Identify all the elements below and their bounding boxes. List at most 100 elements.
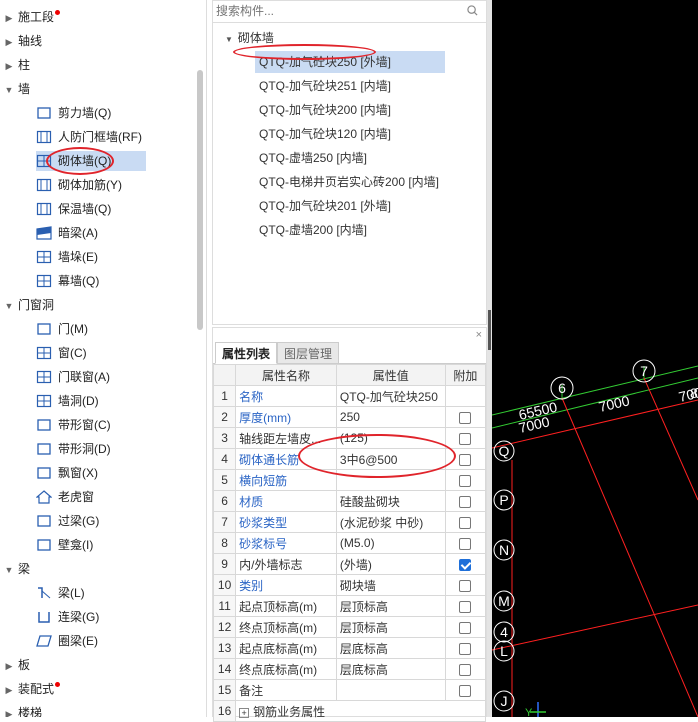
tree-item[interactable]: 砌体加筋(Y) (36, 175, 146, 195)
tree-item[interactable]: 人防门框墙(RF) (36, 127, 146, 147)
component-group[interactable]: ▼ 砌体墙 (225, 29, 274, 46)
property-row[interactable]: 7 砂浆类型 (水泥砂浆 中砂) (212, 511, 487, 533)
search-input[interactable] (213, 1, 453, 21)
tree-category[interactable]: ▶ 施工段 (0, 7, 61, 28)
component-item[interactable]: QTQ-加气砼块120 [内墙] (255, 123, 395, 145)
property-row[interactable]: 10 类别 砌块墙 (212, 574, 487, 596)
tree-category[interactable]: ▼ 梁 (0, 559, 30, 579)
attach-checkbox[interactable] (459, 663, 472, 676)
tab-property-list[interactable]: 属性列表 (215, 342, 278, 364)
tree-item[interactable]: 过梁(G) (36, 511, 146, 531)
component-item[interactable]: QTQ-加气砼块201 [外墙] (255, 195, 395, 217)
property-row[interactable]: 16 + 钢筋业务属性 (212, 700, 486, 722)
attach-checkbox[interactable] (459, 684, 472, 697)
attach-checkbox[interactable] (459, 495, 472, 508)
property-value[interactable]: 砌块墙 (335, 574, 446, 596)
attach-checkbox[interactable] (459, 621, 472, 634)
property-value[interactable]: (水泥砂浆 中砂) (335, 511, 446, 533)
caret-down-icon[interactable]: ▼ (0, 560, 18, 580)
property-value[interactable]: 层顶标高 (335, 616, 446, 638)
property-value[interactable]: (125) (335, 427, 446, 449)
tree-category[interactable]: ▶ 板 (0, 655, 30, 675)
caret-right-icon[interactable]: ▶ (0, 56, 18, 76)
tree-item[interactable]: 窗(C) (36, 343, 146, 363)
property-value[interactable]: (外墙) (335, 553, 446, 575)
tree-item[interactable]: 墙洞(D) (36, 391, 146, 411)
tree-category[interactable]: ▶ 轴线 (0, 31, 42, 51)
close-icon[interactable]: × (476, 329, 482, 341)
tree-item[interactable]: 带形洞(D) (36, 439, 146, 459)
attach-checkbox[interactable] (459, 600, 472, 613)
tree-item[interactable]: 砌体墙(Q) (36, 151, 146, 171)
attach-checkbox[interactable] (459, 432, 472, 445)
tree-scrollbar[interactable] (197, 70, 203, 330)
attach-checkbox[interactable] (459, 474, 472, 487)
property-row[interactable]: 11 起点顶标高(m) 层顶标高 (212, 595, 487, 617)
component-item[interactable]: QTQ-虚墙250 [内墙] (255, 147, 371, 169)
component-item[interactable]: QTQ-电梯井页岩实心砖200 [内墙] (255, 171, 443, 193)
property-value[interactable]: 硅酸盐砌块 (335, 490, 446, 512)
property-row[interactable]: 3 轴线距左墙皮... (125) (212, 427, 487, 449)
tree-category[interactable]: ▶ 柱 (0, 55, 30, 75)
tree-item[interactable]: 带形窗(C) (36, 415, 146, 435)
tree-item[interactable]: 飘窗(X) (36, 463, 146, 483)
property-row[interactable]: 15 备注 (212, 679, 487, 701)
tree-item[interactable]: 圈梁(E) (36, 631, 146, 651)
property-value[interactable]: 层底标高 (335, 637, 446, 659)
tree-category[interactable]: ▶ 装配式 (0, 679, 61, 700)
tree-item[interactable]: 老虎窗 (35, 487, 146, 507)
tab-layer-management[interactable]: 图层管理 (277, 342, 340, 364)
property-value[interactable]: 3中6@500 (335, 448, 446, 470)
property-row[interactable]: 13 起点底标高(m) 层底标高 (212, 637, 487, 659)
caret-right-icon[interactable]: ▶ (0, 8, 18, 28)
tree-item[interactable]: 剪力墙(Q) (36, 103, 146, 123)
tree-category[interactable]: ▼ 墙 (0, 79, 30, 99)
attach-checkbox[interactable] (459, 411, 472, 424)
caret-down-icon[interactable]: ▼ (0, 80, 18, 100)
property-row[interactable]: 9 内/外墙标志 (外墙) (212, 553, 487, 575)
attach-checkbox[interactable] (459, 579, 472, 592)
component-item[interactable]: QTQ-虚墙200 [内墙] (255, 219, 371, 241)
tree-item[interactable]: 门(M) (36, 319, 146, 339)
tree-item[interactable]: 梁(L) (36, 583, 146, 603)
property-row[interactable]: 4 砌体通长筋 3中6@500 (212, 448, 487, 470)
attach-checkbox[interactable] (459, 516, 472, 529)
property-value[interactable]: QTQ-加气砼块250 (335, 385, 446, 407)
property-value[interactable]: (M5.0) (335, 532, 446, 554)
caret-right-icon[interactable]: ▶ (0, 32, 18, 52)
tree-item[interactable]: 暗梁(A) (36, 223, 146, 243)
caret-right-icon[interactable]: ▶ (0, 704, 18, 717)
attach-checkbox[interactable] (459, 453, 472, 466)
property-row[interactable]: 12 终点顶标高(m) 层顶标高 (212, 616, 487, 638)
property-row[interactable]: 8 砂浆标号 (M5.0) (212, 532, 487, 554)
component-item[interactable]: QTQ-加气砼块200 [内墙] (255, 99, 395, 121)
caret-right-icon[interactable]: ▶ (0, 680, 18, 700)
property-value[interactable]: 层底标高 (335, 658, 446, 680)
property-value[interactable] (335, 679, 446, 701)
property-row[interactable]: 2 厚度(mm) 250 (212, 406, 487, 428)
search-icon[interactable] (467, 5, 478, 16)
property-row[interactable]: 5 横向短筋 (212, 469, 487, 491)
attach-checkbox[interactable] (459, 558, 472, 571)
tree-item[interactable]: 保温墙(Q) (36, 199, 146, 219)
property-value[interactable]: 层顶标高 (335, 595, 446, 617)
tree-category[interactable]: ▶ 楼梯 (0, 703, 42, 717)
tree-item[interactable]: 墙垛(E) (36, 247, 146, 267)
tree-category[interactable]: ▼ 门窗洞 (0, 295, 54, 315)
tree-item[interactable]: 壁龛(I) (36, 535, 146, 555)
splitter-handle[interactable] (488, 310, 491, 350)
component-item[interactable]: QTQ-加气砼块250 [外墙] (255, 51, 445, 73)
attach-checkbox[interactable] (459, 642, 472, 655)
expand-icon[interactable]: + (239, 707, 250, 718)
property-row[interactable]: 6 材质 硅酸盐砌块 (212, 490, 487, 512)
property-value[interactable]: 250 (335, 406, 446, 428)
property-row[interactable]: 14 终点底标高(m) 层底标高 (212, 658, 487, 680)
component-item[interactable]: QTQ-加气砼块251 [内墙] (255, 75, 395, 97)
caret-down-icon[interactable]: ▼ (0, 296, 18, 316)
tree-item[interactable]: 幕墙(Q) (36, 271, 146, 291)
tree-item[interactable]: 门联窗(A) (36, 367, 146, 387)
property-value[interactable] (335, 469, 446, 491)
property-row[interactable]: 1 名称 QTQ-加气砼块250 (212, 385, 487, 407)
attach-checkbox[interactable] (459, 537, 472, 550)
tree-item[interactable]: 连梁(G) (36, 607, 146, 627)
